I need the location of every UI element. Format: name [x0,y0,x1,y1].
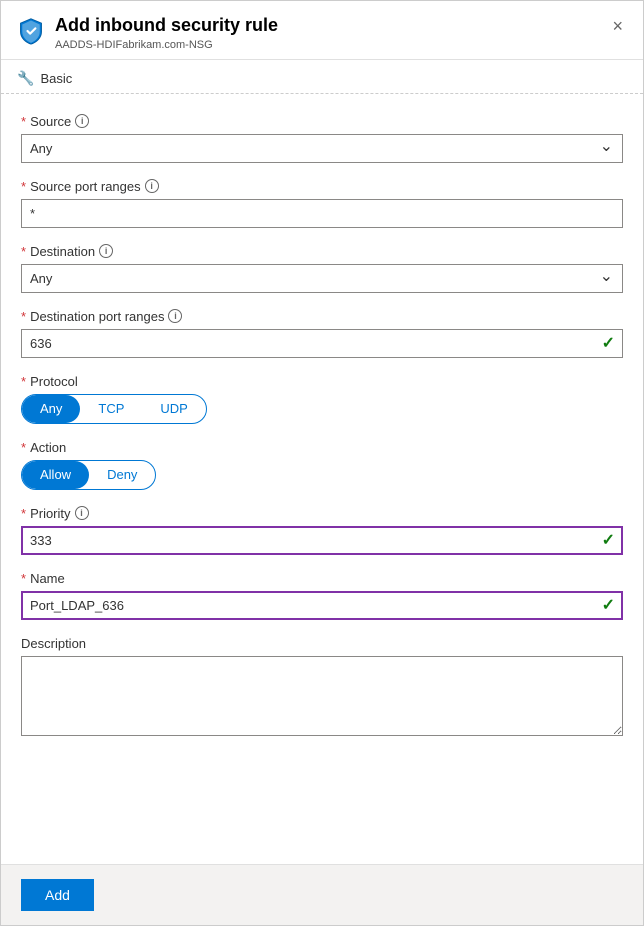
name-group: * Name ✓ [21,571,623,620]
destination-select-wrapper: Any IP Addresses Service Tag VirtualNetw… [21,264,623,293]
dialog-subtitle: AADDS-HDIFabrikam.com-NSG [55,39,278,51]
destination-port-check-icon: ✓ [602,333,615,353]
description-group: Description [21,636,623,739]
name-input-wrapper: ✓ [21,591,623,620]
dialog-header: Add inbound security rule AADDS-HDIFabri… [1,1,643,60]
priority-check-icon: ✓ [602,530,615,550]
protocol-label-text: Protocol [30,374,78,389]
title-area: Add inbound security rule AADDS-HDIFabri… [17,15,278,51]
description-label: Description [21,636,623,651]
action-deny-button[interactable]: Deny [89,461,155,489]
name-required-star: * [21,571,26,586]
name-check-icon: ✓ [602,595,615,615]
source-info-icon[interactable]: i [75,114,89,128]
action-allow-button[interactable]: Allow [22,461,89,489]
description-label-text: Description [21,636,86,651]
destination-port-required-star: * [21,309,26,324]
priority-input-wrapper: ✓ [21,526,623,555]
protocol-required-star: * [21,374,26,389]
action-required-star: * [21,440,26,455]
add-button[interactable]: Add [21,879,94,911]
form-body: * Source i Any IP Addresses Service Tag … [1,98,643,864]
priority-info-icon[interactable]: i [75,506,89,520]
destination-required-star: * [21,244,26,259]
action-label: * Action [21,440,623,455]
priority-required-star: * [21,506,26,521]
source-port-label: * Source port ranges i [21,179,623,194]
action-label-text: Action [30,440,66,455]
dialog-title: Add inbound security rule [55,15,278,37]
action-group: * Action Allow Deny [21,440,623,490]
action-toggle-group: Allow Deny [21,460,156,490]
priority-input[interactable] [21,526,623,555]
name-input[interactable] [21,591,623,620]
source-port-required-star: * [21,179,26,194]
destination-port-group: * Destination port ranges i ✓ [21,309,623,358]
section-title: Basic [40,71,72,86]
destination-port-label: * Destination port ranges i [21,309,623,324]
destination-group: * Destination i Any IP Addresses Service… [21,244,623,293]
section-header: 🔧 Basic [1,60,643,94]
source-port-info-icon[interactable]: i [145,179,159,193]
name-label-text: Name [30,571,65,586]
destination-select[interactable]: Any IP Addresses Service Tag VirtualNetw… [21,264,623,293]
source-select[interactable]: Any IP Addresses Service Tag My IP addre… [21,134,623,163]
shield-icon [17,17,45,45]
destination-info-icon[interactable]: i [99,244,113,258]
destination-port-input-wrapper: ✓ [21,329,623,358]
dialog-footer: Add [1,864,643,925]
protocol-udp-button[interactable]: UDP [142,395,205,423]
protocol-toggle-group: Any TCP UDP [21,394,207,424]
protocol-any-button[interactable]: Any [22,395,80,423]
source-port-input[interactable] [21,199,623,228]
destination-label: * Destination i [21,244,623,259]
dialog-title-text: Add inbound security rule AADDS-HDIFabri… [55,15,278,51]
destination-label-text: Destination [30,244,95,259]
source-label: * Source i [21,114,623,129]
close-button[interactable]: × [608,15,627,37]
source-group: * Source i Any IP Addresses Service Tag … [21,114,623,163]
destination-port-info-icon[interactable]: i [168,309,182,323]
protocol-tcp-button[interactable]: TCP [80,395,142,423]
priority-label: * Priority i [21,506,623,521]
protocol-group: * Protocol Any TCP UDP [21,374,623,424]
name-label: * Name [21,571,623,586]
destination-port-label-text: Destination port ranges [30,309,164,324]
wrench-icon: 🔧 [17,70,34,87]
add-inbound-rule-dialog: Add inbound security rule AADDS-HDIFabri… [0,0,644,926]
priority-group: * Priority i ✓ [21,506,623,555]
protocol-label: * Protocol [21,374,623,389]
source-port-label-text: Source port ranges [30,179,141,194]
destination-port-input[interactable] [21,329,623,358]
source-label-text: Source [30,114,71,129]
description-textarea[interactable] [21,656,623,736]
source-port-group: * Source port ranges i [21,179,623,228]
source-select-wrapper: Any IP Addresses Service Tag My IP addre… [21,134,623,163]
priority-label-text: Priority [30,506,70,521]
source-required-star: * [21,114,26,129]
